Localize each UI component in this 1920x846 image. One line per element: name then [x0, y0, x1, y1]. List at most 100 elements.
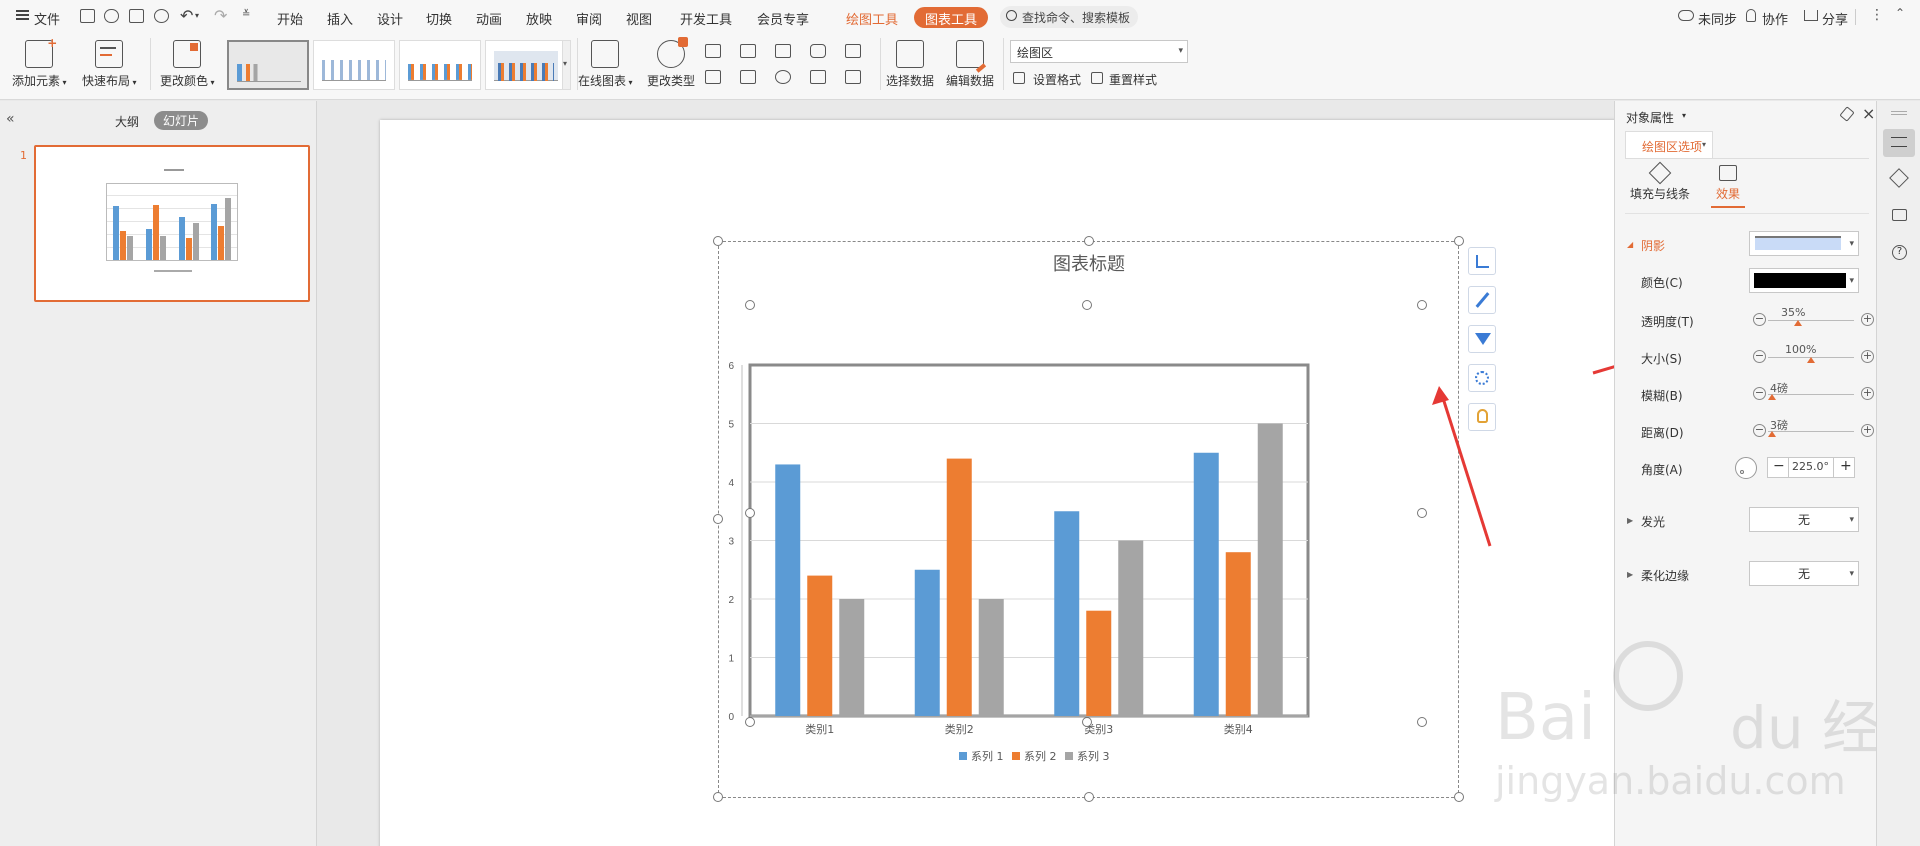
size-slider-thumb[interactable]: [1807, 357, 1815, 363]
sidebar-comments-icon[interactable]: [1892, 209, 1907, 221]
print-icon[interactable]: [129, 9, 144, 23]
divider: [1625, 213, 1869, 214]
chart-style-2[interactable]: [313, 40, 395, 90]
unsynced-status[interactable]: 未同步: [1698, 9, 1737, 28]
combo-chart-icon[interactable]: [845, 70, 861, 84]
column-chart-icon[interactable]: [705, 44, 721, 58]
divider: [880, 38, 881, 90]
hamburger-icon[interactable]: [16, 10, 29, 20]
add-element-button[interactable]: + 添加元素 ▾: [12, 36, 67, 89]
sidebar-help-icon[interactable]: ?: [1892, 245, 1907, 260]
angle-increase-button[interactable]: +: [1840, 458, 1852, 474]
blur-decrease-button[interactable]: −: [1753, 387, 1766, 400]
share-button[interactable]: 分享: [1822, 9, 1848, 28]
redo-icon[interactable]: ↷: [214, 6, 227, 25]
tab-drawing-tools[interactable]: 绘图工具: [846, 9, 898, 28]
tab-home[interactable]: 开始: [277, 9, 303, 28]
undo-dropdown-icon[interactable]: ▾: [195, 11, 199, 20]
tab-fill-and-line[interactable]: 填充与线条: [1625, 161, 1695, 202]
tab-slides[interactable]: 幻灯片: [154, 111, 209, 130]
other-chart-icon[interactable]: [845, 44, 861, 58]
tab-outline[interactable]: 大纲: [115, 113, 139, 130]
change-color-button[interactable]: 更改颜色 ▾: [160, 40, 215, 89]
shadow-color-select[interactable]: ▾: [1749, 268, 1859, 293]
pin-icon[interactable]: [1839, 106, 1855, 122]
fill-and-line-label: 填充与线条: [1629, 187, 1690, 201]
bar-chart-icon[interactable]: [740, 44, 756, 58]
blur-increase-button[interactable]: +: [1861, 387, 1874, 400]
tab-slideshow[interactable]: 放映: [526, 9, 552, 28]
expand-glow-icon[interactable]: ▶: [1627, 516, 1633, 525]
expand-shadow-icon[interactable]: ◢: [1627, 240, 1633, 249]
size-decrease-button[interactable]: −: [1753, 350, 1766, 363]
tab-animations[interactable]: 动画: [476, 9, 502, 28]
set-format-button[interactable]: 设置格式: [1033, 71, 1081, 88]
glow-section-label[interactable]: 发光: [1641, 513, 1665, 530]
transparency-slider-thumb[interactable]: [1794, 320, 1803, 326]
angle-decrease-button[interactable]: −: [1773, 458, 1785, 474]
stock-chart-icon[interactable]: [740, 70, 756, 84]
transparency-label: 透明度(T): [1641, 315, 1694, 329]
line-chart-icon[interactable]: [775, 44, 791, 58]
plot-area-options-tab[interactable]: 绘图区选项 ▾: [1625, 131, 1713, 159]
shadow-preset-select[interactable]: ▾: [1749, 231, 1859, 256]
tab-design[interactable]: 设计: [377, 9, 403, 28]
undo-icon[interactable]: ↶: [180, 6, 193, 25]
panel-title[interactable]: 对象属性: [1626, 109, 1674, 126]
quick-access-more-icon[interactable]: ≚: [242, 9, 250, 20]
chevron-down-icon: ▾: [1682, 111, 1687, 120]
angle-stepper[interactable]: − 225.0° +: [1767, 457, 1855, 478]
scatter-chart-icon[interactable]: [810, 70, 826, 84]
chart-style-1[interactable]: [227, 40, 309, 90]
select-data-label: 选择数据: [886, 74, 935, 88]
select-data-button[interactable]: 选择数据: [886, 40, 934, 89]
distance-increase-button[interactable]: +: [1861, 424, 1874, 437]
chart-style-more-icon[interactable]: ▾: [562, 40, 571, 90]
shadow-section-label[interactable]: 阴影: [1641, 237, 1665, 254]
format-painter-icon[interactable]: [104, 9, 119, 23]
soft-edges-select[interactable]: 无 ▾: [1749, 561, 1859, 586]
pie-chart-icon[interactable]: [775, 70, 791, 84]
sidebar-animation-icon[interactable]: [1889, 168, 1909, 188]
angle-dial[interactable]: [1735, 457, 1757, 479]
close-icon[interactable]: ×: [1862, 104, 1875, 123]
slide-thumbnail[interactable]: [34, 145, 310, 302]
chart-style-4[interactable]: [485, 40, 567, 90]
tab-effects[interactable]: 效果: [1711, 165, 1745, 208]
radar-chart-icon[interactable]: [810, 44, 826, 58]
chart-style-3[interactable]: [399, 40, 481, 90]
soft-edges-section-label[interactable]: 柔化边缘: [1641, 567, 1689, 584]
save-icon[interactable]: [80, 9, 95, 23]
tab-developer[interactable]: 开发工具: [680, 9, 732, 28]
more-options-icon[interactable]: ⋮: [1870, 7, 1884, 23]
transparency-decrease-button[interactable]: −: [1753, 313, 1766, 326]
glow-select[interactable]: 无 ▾: [1749, 507, 1859, 532]
file-menu[interactable]: 文件: [34, 9, 60, 28]
angle-value[interactable]: 225.0°: [1788, 458, 1834, 477]
print-preview-icon[interactable]: [154, 9, 169, 23]
tab-review[interactable]: 审阅: [576, 9, 602, 28]
tab-insert[interactable]: 插入: [327, 9, 353, 28]
collaborate-button[interactable]: 协作: [1762, 9, 1788, 28]
tab-member[interactable]: 会员专享: [757, 9, 809, 28]
tab-view[interactable]: 视图: [626, 9, 652, 28]
transparency-slider[interactable]: [1768, 320, 1854, 321]
tab-chart-tools[interactable]: 图表工具: [914, 7, 989, 28]
expand-soft-edges-icon[interactable]: ▶: [1627, 570, 1633, 579]
online-chart-button[interactable]: 在线图表 ▾: [578, 40, 633, 89]
change-type-button[interactable]: 更改类型: [647, 37, 695, 89]
command-search[interactable]: 查找命令、搜索模板: [1000, 6, 1138, 28]
chart-element-select[interactable]: 绘图区 ▾: [1010, 40, 1188, 63]
size-increase-button[interactable]: +: [1861, 350, 1874, 363]
distance-decrease-button[interactable]: −: [1753, 424, 1766, 437]
collapse-ribbon-icon[interactable]: ⌃: [1895, 6, 1905, 20]
reset-style-button[interactable]: 重置样式: [1109, 71, 1157, 88]
transparency-value: 35%: [1781, 306, 1806, 319]
tab-transitions[interactable]: 切换: [426, 9, 452, 28]
area-chart-icon[interactable]: [705, 70, 721, 84]
edit-data-button[interactable]: 编辑数据: [946, 40, 994, 89]
sidebar-properties-button[interactable]: [1883, 129, 1915, 157]
quick-layout-button[interactable]: 快速布局 ▾: [82, 40, 137, 89]
collapse-pane-icon[interactable]: «: [6, 111, 15, 127]
transparency-increase-button[interactable]: +: [1861, 313, 1874, 326]
